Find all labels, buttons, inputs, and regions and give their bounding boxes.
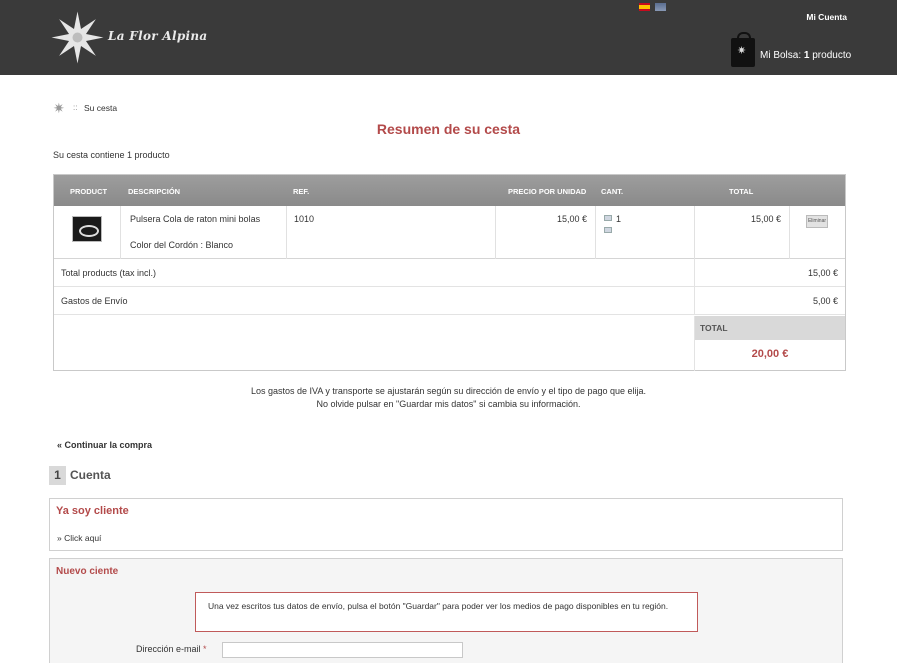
column-divider: [495, 206, 496, 259]
products-total-label: Total products (tax incl.): [61, 268, 157, 278]
header-product: PRODUCT: [70, 187, 108, 196]
email-input[interactable]: [222, 642, 463, 658]
email-label: Dirección e-mail *: [136, 644, 207, 654]
shipping-warning: Una vez escritos tus datos de envío, pul…: [195, 592, 698, 632]
header-qty: CANT.: [601, 187, 624, 196]
delete-button[interactable]: Eliminar: [806, 215, 828, 228]
product-ref: 1010: [294, 214, 315, 224]
spanish-flag-icon[interactable]: [639, 3, 650, 11]
summary-divider: [694, 316, 695, 371]
breadcrumb-separator: ::: [73, 103, 78, 112]
shopping-bag-icon[interactable]: [731, 32, 755, 67]
cart-summary-link[interactable]: Mi Bolsa: 1 producto: [760, 50, 851, 61]
row-total: 15,00 €: [750, 214, 781, 224]
bag-count: 1: [803, 50, 810, 61]
login-link[interactable]: » Click aquí: [57, 533, 101, 543]
product-thumbnail[interactable]: [72, 216, 102, 242]
unit-price: 15,00 €: [556, 214, 587, 224]
products-total-row: Total products (tax incl.) 15,00 €: [54, 259, 845, 287]
save-data-notice: No olvide pulsar en "Guardar mis datos" …: [316, 399, 581, 409]
grand-total-value: 20,00 €: [751, 348, 789, 360]
continue-shopping-link[interactable]: « Continuar la compra: [57, 440, 152, 450]
shipping-value: 5,00 €: [812, 296, 838, 306]
summary-divider: [694, 287, 695, 315]
qty-decrease-icon[interactable]: [604, 227, 612, 233]
bag-unit: producto: [812, 50, 852, 61]
cart-table: PRODUCT DESCRIPCIÓN REF. PRECIO POR UNID…: [53, 174, 846, 371]
step-title: Cuenta: [70, 468, 111, 482]
language-flag-icon[interactable]: [655, 3, 666, 11]
header-description: DESCRIPCIÓN: [128, 187, 181, 196]
new-client-panel: Nuevo ciente Una vez escritos tus datos …: [49, 558, 843, 663]
products-total-value: 15,00 €: [807, 268, 838, 278]
tax-notice: Los gastos de IVA y transporte se ajusta…: [250, 386, 647, 396]
new-client-title: Nuevo ciente: [56, 566, 119, 577]
grand-total-label: TOTAL: [700, 323, 728, 333]
qty-value: 1: [616, 214, 622, 224]
grand-total-header: TOTAL: [695, 316, 845, 340]
column-divider: [595, 206, 596, 259]
header-unit-price: PRECIO POR UNIDAD: [508, 187, 587, 196]
qty-increase-icon[interactable]: [604, 215, 612, 221]
header-total: TOTAL: [729, 187, 754, 196]
breadcrumb-current: Su cesta: [84, 103, 118, 113]
shipping-row: Gastos de Envío 5,00 €: [54, 287, 845, 315]
product-name-link[interactable]: Pulsera Cola de raton mini bolas: [130, 214, 260, 224]
site-header: La Flor Alpina Mi Cuenta Mi Bolsa: 1 pro…: [0, 0, 897, 75]
bag-label: Mi Bolsa:: [760, 50, 802, 61]
column-divider: [694, 206, 695, 259]
column-divider: [789, 206, 790, 259]
column-divider: [120, 206, 121, 259]
required-mark: *: [203, 644, 207, 654]
existing-client-panel: Ya soy cliente » Click aquí: [49, 498, 843, 551]
my-account-link[interactable]: Mi Cuenta: [806, 12, 847, 22]
table-row: Pulsera Cola de raton mini bolas Color d…: [54, 206, 845, 259]
page-title: Resumen de su cesta: [376, 121, 521, 137]
summary-divider: [694, 259, 695, 287]
table-header: PRODUCT DESCRIPCIÓN REF. PRECIO POR UNID…: [54, 175, 845, 206]
header-ref: REF.: [293, 187, 310, 196]
shipping-label: Gastos de Envío: [61, 296, 128, 306]
step-number: 1: [49, 466, 66, 485]
home-icon[interactable]: ✷: [53, 100, 65, 117]
logo-text[interactable]: La Flor Alpina: [108, 29, 208, 43]
product-attribute: Color del Cordón : Blanco: [130, 240, 234, 250]
email-label-text: Dirección e-mail: [136, 644, 201, 654]
cart-count-text: Su cesta contiene 1 producto: [53, 150, 170, 160]
existing-client-title: Ya soy cliente: [56, 505, 129, 517]
edelweiss-logo-icon[interactable]: [50, 10, 105, 65]
column-divider: [286, 206, 287, 259]
